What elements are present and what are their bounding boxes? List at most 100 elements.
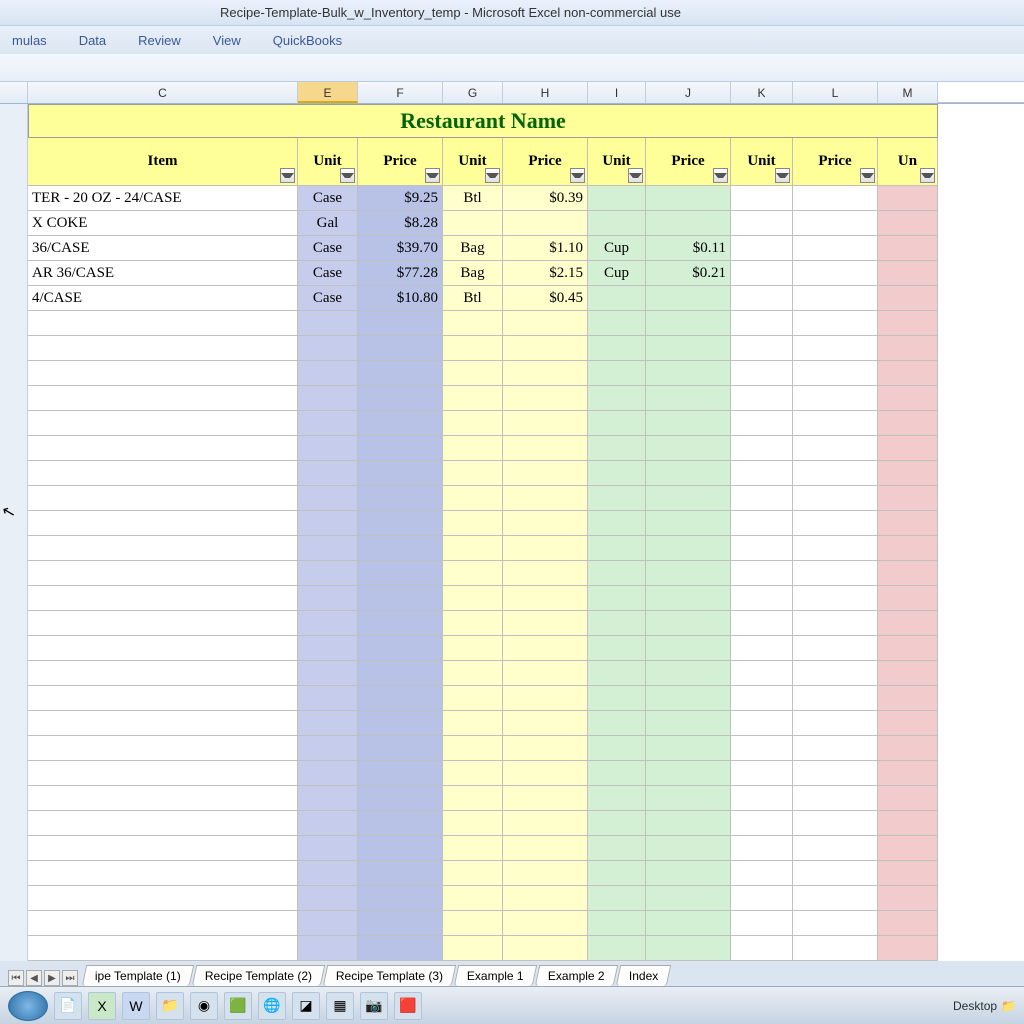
empty-cell[interactable] bbox=[443, 761, 503, 786]
empty-cell[interactable] bbox=[298, 861, 358, 886]
empty-cell[interactable] bbox=[588, 511, 646, 536]
empty-cell[interactable] bbox=[503, 386, 588, 411]
empty-cell[interactable] bbox=[503, 361, 588, 386]
empty-cell[interactable] bbox=[443, 311, 503, 336]
empty-cell[interactable] bbox=[503, 711, 588, 736]
empty-cell[interactable] bbox=[793, 586, 878, 611]
ribbon-tab-data[interactable]: Data bbox=[79, 33, 106, 48]
empty-cell[interactable] bbox=[298, 736, 358, 761]
empty-cell[interactable] bbox=[731, 486, 793, 511]
empty-cell[interactable] bbox=[358, 311, 443, 336]
empty-cell[interactable] bbox=[443, 786, 503, 811]
empty-cell[interactable] bbox=[28, 761, 298, 786]
empty-cell[interactable] bbox=[358, 761, 443, 786]
data-cell[interactable]: Gal bbox=[298, 211, 358, 236]
empty-cell[interactable] bbox=[298, 511, 358, 536]
empty-cell[interactable] bbox=[646, 411, 731, 436]
empty-cell[interactable] bbox=[358, 711, 443, 736]
empty-cell[interactable] bbox=[588, 861, 646, 886]
empty-cell[interactable] bbox=[298, 561, 358, 586]
data-cell[interactable]: Btl bbox=[443, 286, 503, 311]
empty-cell[interactable] bbox=[443, 886, 503, 911]
empty-cell[interactable] bbox=[646, 461, 731, 486]
filter-dropdown-icon[interactable] bbox=[425, 168, 440, 183]
empty-cell[interactable] bbox=[358, 336, 443, 361]
data-cell[interactable] bbox=[588, 286, 646, 311]
sheet-nav-first-icon[interactable]: ⏮ bbox=[8, 970, 24, 986]
empty-cell[interactable] bbox=[28, 311, 298, 336]
empty-cell[interactable] bbox=[28, 436, 298, 461]
empty-cell[interactable] bbox=[878, 486, 938, 511]
empty-cell[interactable] bbox=[503, 886, 588, 911]
empty-cell[interactable] bbox=[503, 636, 588, 661]
empty-cell[interactable] bbox=[878, 361, 938, 386]
empty-cell[interactable] bbox=[358, 686, 443, 711]
data-cell[interactable] bbox=[646, 211, 731, 236]
data-cell[interactable]: Case bbox=[298, 286, 358, 311]
filter-dropdown-icon[interactable] bbox=[713, 168, 728, 183]
empty-cell[interactable] bbox=[646, 336, 731, 361]
empty-cell[interactable] bbox=[298, 611, 358, 636]
select-all-corner[interactable] bbox=[0, 82, 28, 103]
empty-cell[interactable] bbox=[358, 836, 443, 861]
empty-cell[interactable] bbox=[878, 436, 938, 461]
empty-cell[interactable] bbox=[28, 911, 298, 936]
empty-cell[interactable] bbox=[646, 911, 731, 936]
empty-cell[interactable] bbox=[298, 711, 358, 736]
empty-cell[interactable] bbox=[443, 486, 503, 511]
empty-cell[interactable] bbox=[731, 611, 793, 636]
taskbar-app-icon[interactable]: 🌐 bbox=[258, 992, 286, 1020]
empty-cell[interactable] bbox=[646, 436, 731, 461]
empty-cell[interactable] bbox=[588, 811, 646, 836]
data-cell[interactable]: $9.25 bbox=[358, 186, 443, 211]
empty-cell[interactable] bbox=[878, 461, 938, 486]
empty-cell[interactable] bbox=[443, 661, 503, 686]
empty-cell[interactable] bbox=[298, 536, 358, 561]
data-cell[interactable] bbox=[731, 211, 793, 236]
empty-cell[interactable] bbox=[503, 911, 588, 936]
taskbar-app-icon[interactable]: 📄 bbox=[54, 992, 82, 1020]
empty-cell[interactable] bbox=[793, 861, 878, 886]
empty-cell[interactable] bbox=[731, 386, 793, 411]
empty-cell[interactable] bbox=[298, 686, 358, 711]
empty-cell[interactable] bbox=[878, 336, 938, 361]
empty-cell[interactable] bbox=[793, 336, 878, 361]
empty-cell[interactable] bbox=[731, 336, 793, 361]
empty-cell[interactable] bbox=[793, 386, 878, 411]
empty-cell[interactable] bbox=[443, 511, 503, 536]
empty-cell[interactable] bbox=[646, 886, 731, 911]
empty-cell[interactable] bbox=[731, 736, 793, 761]
taskbar-app-icon[interactable]: 📷 bbox=[360, 992, 388, 1020]
empty-cell[interactable] bbox=[588, 911, 646, 936]
empty-cell[interactable] bbox=[646, 486, 731, 511]
start-button-icon[interactable] bbox=[8, 991, 48, 1021]
col-header-H[interactable]: H bbox=[503, 82, 588, 103]
empty-cell[interactable] bbox=[878, 511, 938, 536]
empty-cell[interactable] bbox=[731, 861, 793, 886]
empty-cell[interactable] bbox=[443, 711, 503, 736]
empty-cell[interactable] bbox=[731, 586, 793, 611]
empty-cell[interactable] bbox=[646, 311, 731, 336]
empty-cell[interactable] bbox=[878, 711, 938, 736]
empty-cell[interactable] bbox=[298, 636, 358, 661]
empty-cell[interactable] bbox=[731, 311, 793, 336]
empty-cell[interactable] bbox=[878, 661, 938, 686]
empty-cell[interactable] bbox=[793, 711, 878, 736]
empty-cell[interactable] bbox=[646, 686, 731, 711]
empty-cell[interactable] bbox=[588, 386, 646, 411]
taskbar-excel-icon[interactable]: X bbox=[88, 992, 116, 1020]
sheet-tab[interactable]: ipe Template (1) bbox=[82, 965, 194, 986]
data-cell[interactable]: Case bbox=[298, 186, 358, 211]
empty-cell[interactable] bbox=[298, 661, 358, 686]
data-cell[interactable]: $1.10 bbox=[503, 236, 588, 261]
empty-cell[interactable] bbox=[793, 561, 878, 586]
taskbar-chrome-icon[interactable]: ◉ bbox=[190, 992, 218, 1020]
empty-cell[interactable] bbox=[793, 511, 878, 536]
empty-cell[interactable] bbox=[731, 761, 793, 786]
empty-cell[interactable] bbox=[443, 811, 503, 836]
data-cell[interactable] bbox=[793, 286, 878, 311]
data-cell[interactable] bbox=[793, 211, 878, 236]
data-cell[interactable] bbox=[646, 286, 731, 311]
empty-cell[interactable] bbox=[731, 511, 793, 536]
empty-cell[interactable] bbox=[28, 636, 298, 661]
